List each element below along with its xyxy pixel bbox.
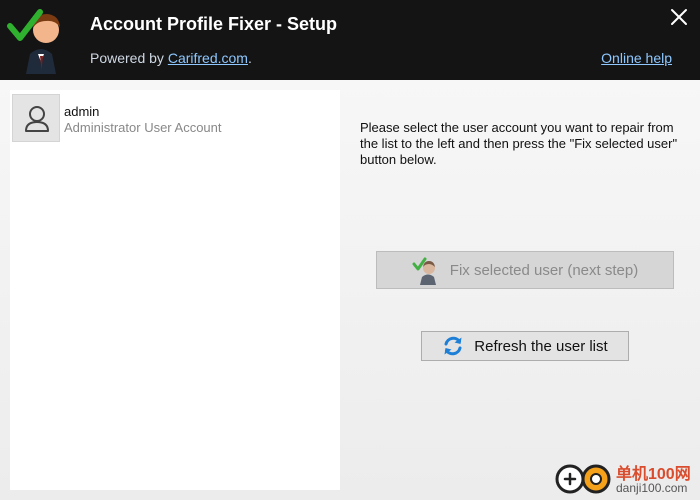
- close-icon[interactable]: [668, 6, 690, 28]
- online-help-link[interactable]: Online help: [601, 50, 672, 66]
- main-panel: admin Administrator User Account Please …: [0, 80, 700, 500]
- powered-by-suffix: .: [247, 50, 252, 66]
- user-icon: [25, 106, 49, 132]
- fix-selected-user-label: Fix selected user (next step): [449, 261, 639, 279]
- carifred-link[interactable]: Carifred.com: [168, 50, 248, 66]
- fix-selected-user-button[interactable]: Fix selected user (next step): [376, 251, 674, 289]
- powered-by-text: Powered by Carifred.com.: [90, 50, 252, 66]
- powered-by-prefix: Powered by: [90, 50, 168, 66]
- refresh-user-list-label: Refresh the user list: [474, 337, 608, 355]
- watermark-logo: [555, 464, 611, 494]
- refresh-user-list-button[interactable]: Refresh the user list: [421, 331, 629, 361]
- watermark: 单机100网 danji100.com: [548, 456, 700, 500]
- user-list[interactable]: admin Administrator User Account: [10, 90, 340, 490]
- title-bar: Account Profile Fixer - Setup Powered by…: [0, 0, 700, 80]
- watermark-url: danji100.com: [616, 481, 688, 495]
- user-check-icon: [412, 257, 436, 285]
- user-name: admin: [64, 104, 100, 119]
- instructions-text: Please select the user account you want …: [360, 120, 678, 167]
- user-list-item[interactable]: admin Administrator User Account: [12, 94, 332, 144]
- user-check-icon: [7, 9, 60, 74]
- avatar: [12, 94, 60, 142]
- refresh-icon: [444, 336, 462, 356]
- app-title: Account Profile Fixer - Setup: [90, 14, 338, 34]
- user-description: Administrator User Account: [64, 120, 222, 135]
